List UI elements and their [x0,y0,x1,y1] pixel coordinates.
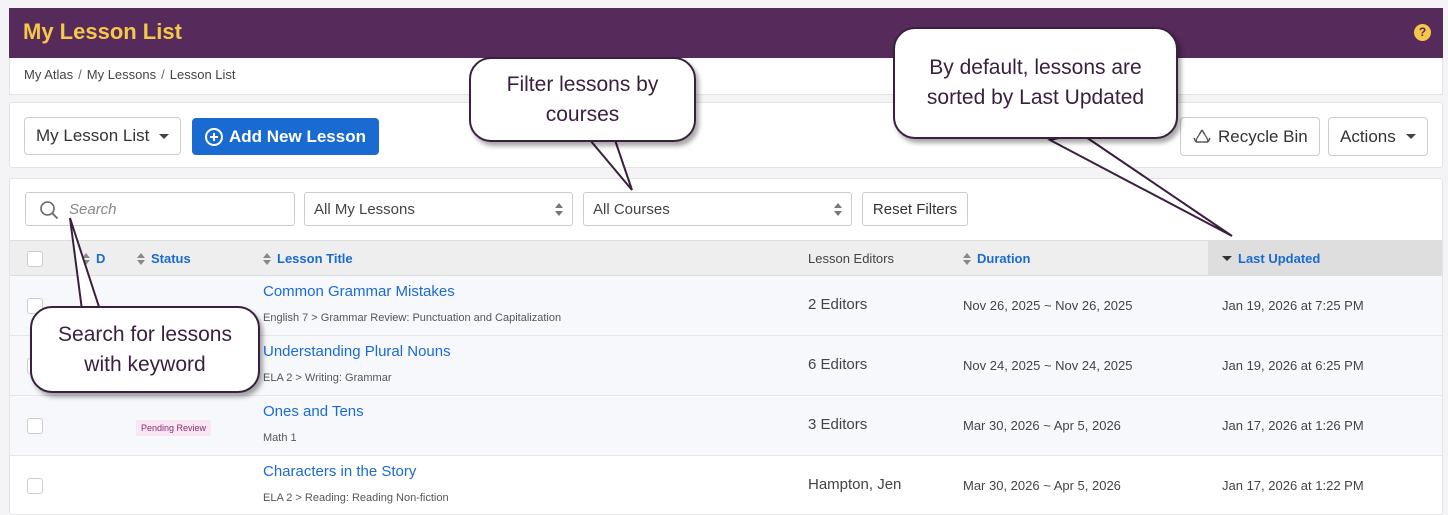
lesson-editors[interactable]: 3 Editors [808,416,867,433]
lesson-last-updated: Jan 17, 2026 at 1:26 PM [1222,418,1364,433]
column-status-label: Status [151,251,191,266]
lesson-editors[interactable]: Hampton, Jen [808,476,901,493]
sort-icon [137,252,145,265]
toolbar: My Lesson List Add New Lesson Recycle Bi… [9,102,1443,168]
lesson-course-path: English 7 > Grammar Review: Punctuation … [263,312,562,324]
courses-filter-select[interactable]: All Courses [583,192,852,226]
lesson-editors[interactable]: 6 Editors [808,356,867,373]
help-icon[interactable]: ? [1414,24,1431,41]
lesson-editors[interactable]: 2 Editors [808,296,867,313]
status-badge: Pending Review [136,420,212,436]
select-all-checkbox[interactable] [27,251,43,267]
lesson-duration: Nov 26, 2025 ~ Nov 26, 2025 [963,298,1133,313]
search-input[interactable]: Search [25,192,295,226]
add-circle-icon [205,127,223,146]
lesson-last-updated: Jan 19, 2026 at 6:25 PM [1222,358,1364,373]
breadcrumb-my-lessons[interactable]: My Lessons [87,67,156,82]
row-checkbox[interactable] [27,418,43,434]
sort-icon [263,252,271,265]
courses-filter-value: All Courses [593,200,670,218]
recycle-bin-button[interactable]: Recycle Bin [1180,117,1320,156]
reset-filters-label: Reset Filters [872,200,958,218]
chevron-down-icon [159,133,170,139]
column-last-updated-label: Last Updated [1238,251,1321,266]
recycle-bin-label: Recycle Bin [1218,126,1308,146]
column-duration[interactable]: Duration [963,251,1030,266]
add-new-lesson-button[interactable]: Add New Lesson [192,118,379,155]
column-status[interactable]: Status [137,251,191,266]
lesson-duration: Mar 30, 2026 ~ Apr 5, 2026 [963,418,1121,433]
select-arrows-icon [555,203,563,216]
lesson-title-link[interactable]: Understanding Plural Nouns [263,343,451,360]
column-d-label: D [96,251,106,266]
chevron-down-icon [1405,134,1416,139]
select-arrows-icon [834,203,842,216]
sort-icon [963,252,971,265]
app-header: My Lesson List ? [9,8,1443,58]
column-editors-label: Lesson Editors [808,251,894,266]
lessons-filter-select[interactable]: All My Lessons [304,192,573,226]
column-lesson-title[interactable]: Lesson Title [263,251,353,266]
lesson-title-link[interactable]: Characters in the Story [263,463,416,480]
breadcrumb-separator: / [161,67,165,82]
lesson-list-dropdown-label: My Lesson List [36,126,150,145]
sort-descending-icon [1222,256,1232,261]
lesson-last-updated: Jan 19, 2026 at 7:25 PM [1222,298,1364,313]
recycle-icon [1193,129,1211,143]
add-new-lesson-label: Add New Lesson [229,126,366,146]
page-title: My Lesson List [23,19,182,44]
lesson-last-updated: Jan 17, 2026 at 1:22 PM [1222,478,1364,493]
lesson-course-path: ELA 2 > Reading: Reading Non-fiction [263,492,449,504]
breadcrumb-lesson-list: Lesson List [169,67,236,82]
lesson-list-dropdown[interactable]: My Lesson List [24,117,182,155]
lesson-course-path: Math 1 [263,432,297,444]
column-duration-label: Duration [977,251,1031,266]
breadcrumb-separator: / [78,67,82,82]
lessons-filter-value: All My Lessons [314,200,415,218]
lesson-duration: Nov 24, 2025 ~ Nov 24, 2025 [963,358,1133,373]
breadcrumb: My Atlas / My Lessons / Lesson List [9,58,1443,95]
lesson-title-link[interactable]: Common Grammar Mistakes [263,283,455,300]
search-placeholder: Search [69,200,117,218]
column-last-updated[interactable]: Last Updated [1222,251,1320,266]
sorted-callout: By default, lessons are sorted by Last U… [893,27,1178,139]
column-d[interactable]: D [82,251,105,266]
reset-filters-button[interactable]: Reset Filters [862,192,968,226]
actions-label: Actions [1340,126,1396,146]
breadcrumb-my-atlas[interactable]: My Atlas [24,67,73,82]
sort-icon [82,252,90,265]
search-icon [40,201,59,220]
lesson-title-link[interactable]: Ones and Tens [263,403,364,420]
filter-callout: Filter lessons by courses [469,57,696,142]
table-row[interactable]: Pending Review Ones and Tens Math 1 3 Ed… [10,396,1442,456]
lesson-course-path: ELA 2 > Writing: Grammar [263,372,392,384]
lesson-duration: Mar 30, 2026 ~ Apr 5, 2026 [963,478,1121,493]
column-lesson-title-label: Lesson Title [277,251,353,266]
column-lesson-editors: Lesson Editors [808,251,894,266]
actions-dropdown[interactable]: Actions [1328,117,1428,156]
row-checkbox[interactable] [27,478,43,494]
search-callout: Search for lessons with keyword [30,306,260,393]
table-header: D Status Lesson Title Lesson Editors Dur… [10,240,1442,276]
table-row[interactable]: Characters in the Story ELA 2 > Reading:… [10,456,1442,514]
